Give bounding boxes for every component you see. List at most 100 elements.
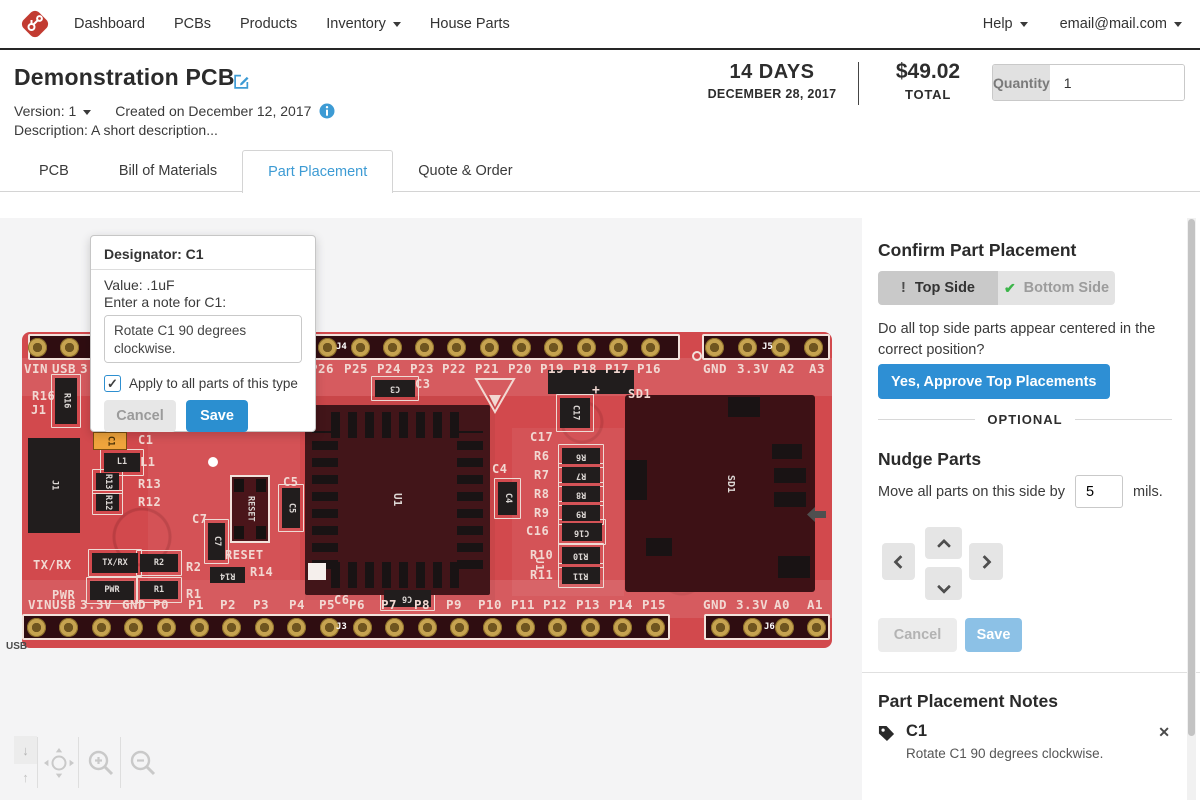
control-divider: [120, 737, 121, 788]
note-close-button[interactable]: ✕: [1158, 724, 1170, 741]
pcb-header-strip-j3: J3: [22, 614, 670, 640]
tab-bill-of-materials[interactable]: Bill of Materials: [94, 150, 242, 192]
pcb-component-label: C17: [571, 405, 580, 420]
pcb-component-c1[interactable]: C1: [93, 432, 127, 450]
pcb-pad: [385, 618, 404, 637]
pan-down-button[interactable]: ↓: [14, 736, 37, 764]
nav-item-email-mail-com[interactable]: email@mail.com: [1060, 16, 1182, 32]
pcb-pad: [383, 338, 402, 357]
pcb-component-j1[interactable]: J1: [28, 438, 80, 533]
pcb-component-r12[interactable]: R12: [96, 494, 119, 511]
pcb-component-l1[interactable]: L1: [104, 453, 140, 472]
nav-item-help[interactable]: Help: [983, 16, 1028, 32]
pcb-silk-label: P16: [637, 363, 661, 376]
top-side-button[interactable]: ! Top Side: [878, 271, 998, 305]
pcb-component-c4[interactable]: C4: [498, 482, 517, 515]
lead-date: DECEMBER 28, 2017: [688, 87, 856, 101]
pcb-silk-label: P24: [377, 363, 401, 376]
nudge-up-button[interactable]: [925, 527, 962, 559]
pan-up-button[interactable]: ↑: [14, 764, 37, 790]
pcb-component-r7[interactable]: R7: [562, 467, 600, 483]
pcb-silk-label: R16: [32, 390, 55, 402]
pcb-connector-label: J3: [336, 622, 347, 632]
tab-quote-order[interactable]: Quote & Order: [393, 150, 537, 192]
zoom-in-icon: [86, 748, 116, 778]
nudge-cancel-button[interactable]: Cancel: [878, 618, 957, 652]
quantity-input[interactable]: [1050, 65, 1185, 100]
chip-pins: [331, 412, 464, 438]
tab-pcb[interactable]: PCB: [14, 150, 94, 192]
pcb-component-c3[interactable]: C3: [375, 380, 415, 397]
nav-item-dashboard[interactable]: Dashboard: [74, 16, 145, 32]
pcb-component-label: SD1: [725, 475, 735, 493]
tab-part-placement[interactable]: Part Placement: [242, 150, 393, 193]
edit-title-icon[interactable]: [233, 73, 250, 90]
pcb-connector-label: J5: [762, 342, 773, 352]
nav-item-house-parts[interactable]: House Parts: [430, 16, 510, 32]
apply-all-label: Apply to all parts of this type: [129, 376, 298, 391]
pcb-component-r2[interactable]: R2: [140, 554, 178, 572]
pcb-silk-label: C1: [138, 434, 153, 446]
pcb-component-c7[interactable]: C7: [208, 523, 225, 560]
pcb-component-c17[interactable]: C17: [560, 398, 590, 428]
nudge-down-button[interactable]: [925, 567, 962, 600]
pcb-component-r16[interactable]: R16: [55, 378, 77, 424]
pcb-component-r10[interactable]: R10: [562, 547, 600, 564]
pcb-silk-label: RESET: [225, 549, 264, 561]
pcb-silk-label: VIN: [28, 599, 52, 612]
pcb-silk-label: P9: [446, 599, 462, 612]
pcb-component-tx-rx[interactable]: TX/RX: [92, 553, 138, 573]
popover-cancel-button[interactable]: Cancel: [104, 400, 176, 432]
apply-all-checkbox[interactable]: ✓: [104, 375, 121, 392]
nav-item-pcbs[interactable]: PCBs: [174, 16, 211, 32]
macrofab-logo-icon[interactable]: [18, 7, 52, 41]
zoom-in-button[interactable]: [86, 748, 116, 783]
pcb-silk-label: P3: [253, 599, 269, 612]
bottom-side-button[interactable]: ✔ Bottom Side: [998, 271, 1115, 305]
nav-item-inventory[interactable]: Inventory: [326, 16, 401, 32]
pcb-triangle-silk: [472, 376, 518, 416]
nav-item-products[interactable]: Products: [240, 16, 297, 32]
nudge-save-button[interactable]: Save: [965, 618, 1022, 652]
scrollbar-thumb[interactable]: [1188, 219, 1195, 736]
button-contact: [256, 479, 266, 492]
approve-top-placements-button[interactable]: Yes, Approve Top Placements: [878, 364, 1110, 399]
pcb-silk-label: P20: [508, 363, 532, 376]
pcb-component-r11[interactable]: R11: [562, 567, 600, 584]
popover-save-button[interactable]: Save: [186, 400, 248, 432]
pcb-silk-label: C7: [192, 513, 207, 525]
pcb-silk-label: P22: [442, 363, 466, 376]
version-dropdown[interactable]: Version: 1: [14, 103, 91, 119]
note-textarea[interactable]: Rotate C1 90 degrees clockwise.: [104, 315, 302, 363]
pcb-component-r14[interactable]: R14: [210, 567, 245, 583]
pcb-component-c16[interactable]: C16: [562, 523, 602, 541]
nudge-text-after: mils.: [1133, 484, 1163, 500]
socket-contact: [625, 460, 647, 500]
nudge-mils-input[interactable]: [1075, 475, 1123, 508]
chevron-down-icon: [1174, 22, 1182, 27]
nav-right-items: Help email@mail.com: [951, 16, 1182, 32]
pcb-component-r6[interactable]: R6: [562, 448, 600, 464]
warning-icon: !: [901, 280, 906, 296]
pcb-silk-label: P4: [289, 599, 305, 612]
nudge-right-button[interactable]: [969, 543, 1003, 580]
pcb-component-r8[interactable]: R8: [562, 486, 600, 502]
pcb-silk-label: P7: [381, 599, 397, 612]
pcb-pad: [28, 338, 47, 357]
pcb-component-c5[interactable]: C5: [282, 488, 300, 528]
pcb-silk-label: P12: [543, 599, 567, 612]
pcb-component-label: R1: [154, 586, 164, 595]
pcb-component-reset[interactable]: RESET: [230, 475, 270, 543]
info-icon[interactable]: [319, 103, 335, 119]
pcb-silk-label: P14: [609, 599, 633, 612]
pcb-component-r13[interactable]: R13: [96, 473, 119, 490]
recenter-button[interactable]: [44, 748, 74, 783]
nudge-left-button[interactable]: [882, 543, 915, 580]
pcb-silk-label: P25: [344, 363, 368, 376]
zoom-out-button[interactable]: [128, 748, 158, 783]
pcb-component-u1[interactable]: U1: [305, 405, 490, 595]
pcb-component-r9[interactable]: R9: [562, 505, 600, 521]
chevron-down-icon: [936, 579, 950, 593]
total-label: TOTAL: [872, 87, 984, 102]
pcb-component-label: R2: [154, 559, 164, 568]
